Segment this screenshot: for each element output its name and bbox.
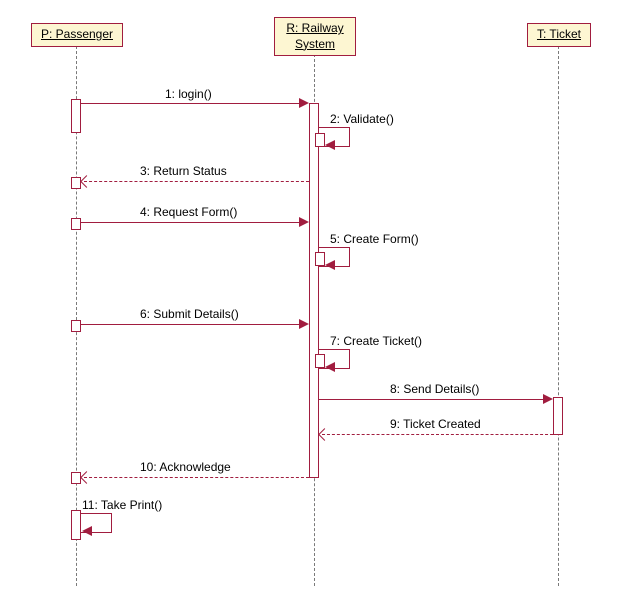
- activation-t-1: [553, 397, 563, 435]
- activation-p-6: [71, 510, 81, 540]
- msg-arrow-4: [81, 222, 300, 223]
- activation-p-4: [71, 320, 81, 332]
- msg-arrow-1: [81, 103, 300, 104]
- arrowhead-2: [325, 140, 335, 150]
- msg-arrow-8: [319, 399, 544, 400]
- activation-p-5: [71, 472, 81, 484]
- msg-label-6: 6: Submit Details(): [140, 307, 239, 321]
- activation-r-1: [309, 103, 319, 478]
- participant-label-line2: System: [295, 37, 335, 51]
- msg-label-9: 9: Ticket Created: [390, 417, 481, 431]
- arrowhead-10: [80, 471, 93, 484]
- msg-arrow-6: [81, 324, 300, 325]
- msg-label-3: 3: Return Status: [140, 164, 227, 178]
- msg-arrow-3: [84, 181, 309, 182]
- activation-p-2: [71, 177, 81, 189]
- arrowhead-4: [299, 217, 309, 227]
- arrowhead-5: [325, 260, 335, 270]
- arrowhead-1: [299, 98, 309, 108]
- arrowhead-6: [299, 319, 309, 329]
- msg-label-1: 1: login(): [165, 87, 212, 101]
- msg-label-8: 8: Send Details(): [390, 382, 479, 396]
- sequence-diagram: P: Passenger R: Railway System T: Ticket…: [0, 0, 628, 601]
- msg-label-4: 4: Request Form(): [140, 205, 237, 219]
- participant-passenger: P: Passenger: [31, 23, 123, 47]
- participant-railway: R: Railway System: [274, 17, 356, 56]
- msg-label-11: 11: Take Print(): [82, 498, 162, 512]
- msg-label-10: 10: Acknowledge: [140, 460, 231, 474]
- participant-label-line1: R: Railway: [286, 21, 343, 35]
- arrowhead-3: [80, 175, 93, 188]
- msg-arrow-9: [322, 434, 553, 435]
- msg-label-7: 7: Create Ticket(): [330, 334, 422, 348]
- msg-label-5: 5: Create Form(): [330, 232, 419, 246]
- participant-label: T: Ticket: [537, 27, 581, 41]
- activation-p-3: [71, 218, 81, 230]
- arrowhead-7: [325, 362, 335, 372]
- lifeline-ticket: [558, 46, 559, 586]
- activation-p-1: [71, 99, 81, 133]
- arrowhead-11: [82, 526, 92, 536]
- msg-arrow-10: [84, 477, 309, 478]
- msg-label-2: 2: Validate(): [330, 112, 394, 126]
- arrowhead-8: [543, 394, 553, 404]
- participant-ticket: T: Ticket: [527, 23, 591, 47]
- arrowhead-9: [318, 428, 331, 441]
- participant-label: P: Passenger: [41, 27, 113, 41]
